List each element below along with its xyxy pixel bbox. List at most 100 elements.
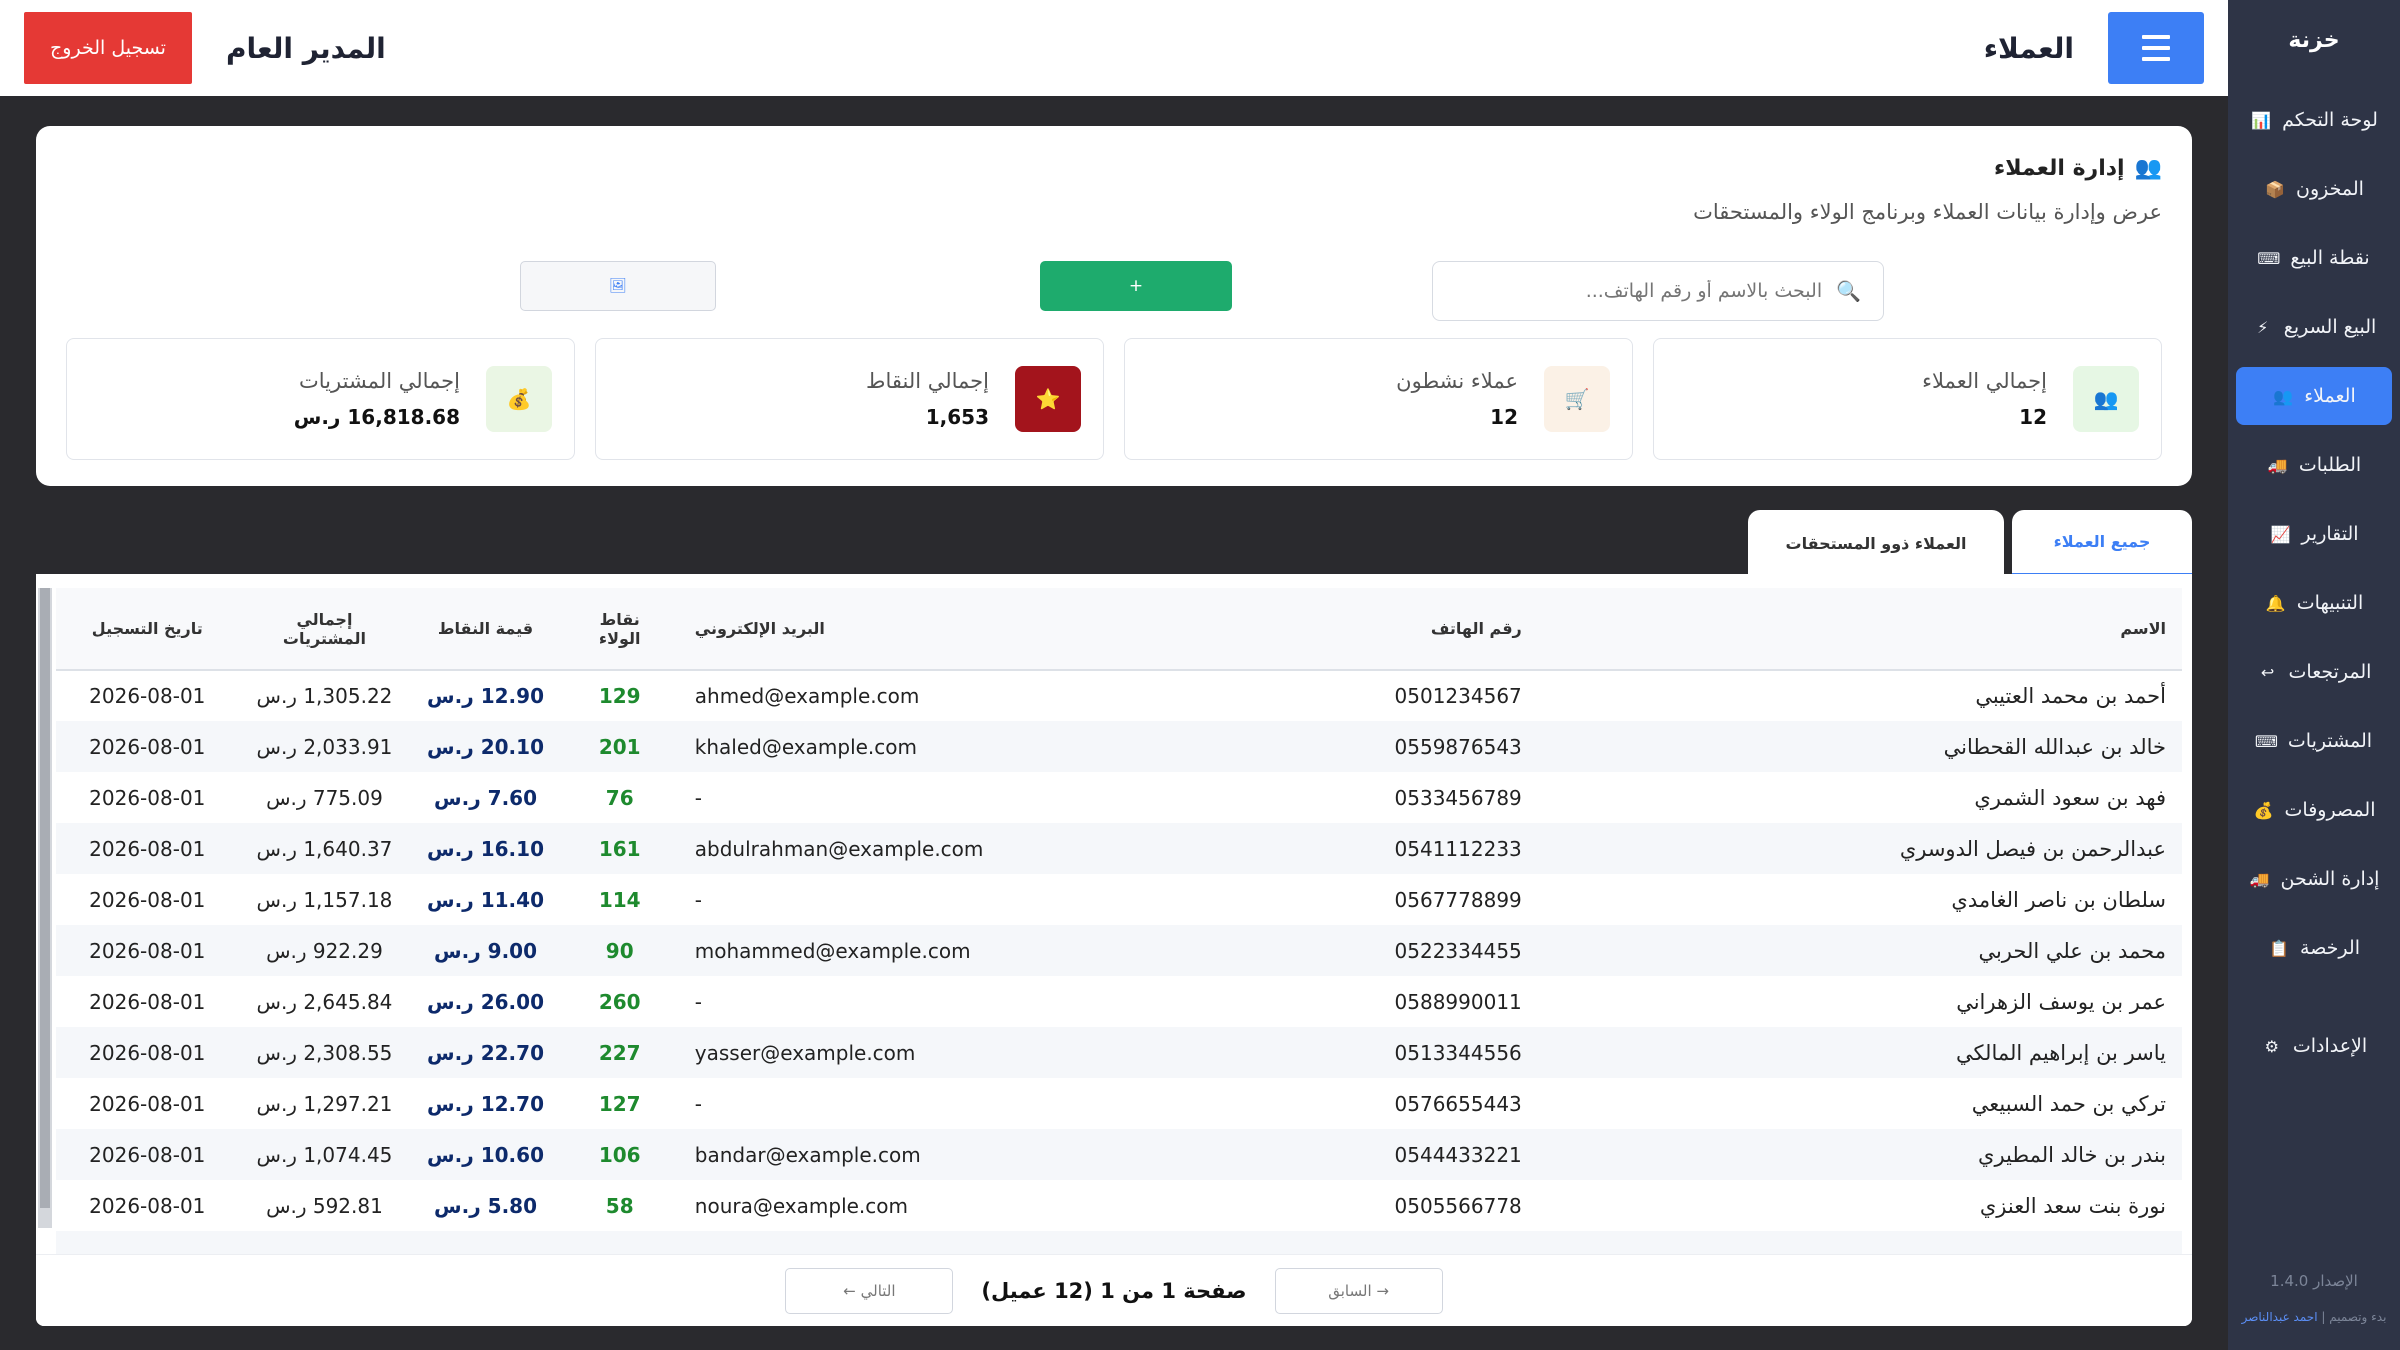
sidebar-item-customers[interactable]: العملاء 👥 [2236, 367, 2392, 425]
top-header: العملاء المدير العام تسجيل الخروج [0, 0, 2228, 96]
column-header-date[interactable]: تاريخ التسجيل [56, 588, 239, 671]
cell-date: 2026-08-01 [89, 684, 206, 708]
sidebar-item-orders[interactable]: الطلبات 🚚 [2236, 436, 2392, 494]
cell-email: ahmed@example.com [694, 684, 920, 708]
cell-value: 22.70 ر.س [410, 1027, 561, 1078]
sidebar-item-label: البيع السريع [2283, 316, 2377, 338]
table-row[interactable]: عمر بن يوسف الزهراني 0588990011 - 260 26.00 … [56, 976, 2182, 1027]
hamburger-icon [2142, 46, 2170, 50]
cell-value: 12.90 ر.س [427, 684, 544, 708]
scrollbar-thumb[interactable] [40, 588, 50, 1208]
vertical-scrollbar[interactable] [38, 588, 52, 1228]
sidebar-item-label: المخزون [2296, 178, 2364, 200]
cell-email: - [694, 989, 702, 1014]
cell-total: 1,157.18 ر.س [256, 887, 393, 912]
cell-points: 227 [560, 1027, 679, 1078]
cell-email: bandar@example.com [678, 1129, 1366, 1180]
cell-value: 10.60 ر.س [410, 1129, 561, 1180]
cell-email: - [694, 785, 702, 810]
sidebar-item-reports[interactable]: التقارير 📈 [2236, 505, 2392, 563]
column-header-total[interactable]: إجمالي المشتريات [238, 588, 411, 671]
table-row[interactable]: فهد بن سعود الشمري 0533456789 - 76 7.60 ر.س 7… [56, 772, 2182, 823]
column-header-name[interactable]: الاسم [1537, 588, 2182, 671]
cell-points: 201 [560, 721, 679, 772]
stat-label: إجمالي العملاء [1922, 369, 2047, 393]
prev-page-button[interactable]: → السابق [1274, 1267, 1443, 1314]
sidebar-item-quick-sale[interactable]: البيع السريع ⚡ [2236, 298, 2392, 356]
cell-date: 2026-08-01 [56, 823, 239, 874]
cell-name: فهد بن سعود الشمري [1974, 785, 2166, 810]
table-row[interactable]: تركي بن حمد السبيعي 0576655443 - 127 12.70 ر… [56, 1078, 2182, 1129]
add-customer-button[interactable]: + [1040, 261, 1232, 311]
table-row[interactable]: سلطان بن ناصر الغامدي 0567778899 - 114 11.40… [56, 874, 2182, 925]
cell-email: yasser@example.com [678, 1027, 1366, 1078]
cell-total: 1,640.37 ر.س [238, 823, 411, 874]
keyboard-icon: ⌨ [2257, 248, 2281, 268]
search-box[interactable]: 🔍 [1432, 261, 1884, 321]
truck-icon: 🚚 [2267, 455, 2288, 475]
sidebar-item-shipping[interactable]: إدارة الشحن 🚚 [2236, 850, 2392, 908]
users-icon: 👥 [2073, 366, 2139, 432]
stat-card-active-customers: 🛒 عملاء نشطون 12 [1124, 338, 1633, 460]
cell-total: 922.29 ر.س [238, 925, 411, 976]
table-row[interactable]: محمد بن علي الحربي 0522334455 mohammed@exa… [56, 925, 2182, 976]
column-header-phone[interactable]: رقم الهاتف [1365, 588, 1538, 671]
cell-email: mohammed@example.com [678, 925, 1366, 976]
hamburger-icon [2142, 35, 2170, 39]
customers-table-panel: الاسم رقم الهاتف البريد الإلكتروني نقاط الو… [36, 574, 2192, 1326]
table-row[interactable]: ياسر بن إبراهيم المالكي 0513344556 yasser@… [56, 1027, 2182, 1078]
stat-value: 12 [1490, 405, 1518, 429]
cell-value: 5.80 ر.س [434, 1193, 538, 1218]
table-row[interactable]: خالد بن عبدالله القحطاني 0559876543 khaled… [56, 721, 2182, 772]
users-icon: 👥 [2134, 156, 2162, 181]
cell-name: عمر بن يوسف الزهراني [1956, 989, 2166, 1014]
sidebar-item-label: التنبيهات [2296, 592, 2364, 614]
tab-customers-with-dues[interactable]: العملاء ذوو المستحقات [1748, 510, 2004, 576]
sidebar-item-license[interactable]: الرخصة 📋 [2236, 919, 2392, 977]
sidebar-item-label: المرتجعات [2288, 661, 2372, 683]
credits-author-link[interactable]: احمد عبدالناصر [2242, 1310, 2318, 1324]
cell-phone: 0588990011 [1394, 989, 1522, 1014]
column-header-value[interactable]: قيمة النقاط [410, 588, 561, 671]
column-header-email[interactable]: البريد الإلكتروني [678, 588, 1366, 671]
sidebar-item-label: التقارير [2301, 523, 2359, 545]
table-row[interactable]: عبدالرحمن بن فيصل الدوسري 0541112233 abdul… [56, 823, 2182, 874]
cell-date: 2026-08-01 [89, 989, 206, 1014]
cell-name: تركي بن حمد السبيعي [1971, 1091, 2166, 1116]
logout-button[interactable]: تسجيل الخروج [24, 12, 192, 84]
table-row[interactable]: بندر بن خالد المطيري 0544433221 bandar@exa… [56, 1129, 2182, 1180]
cell-phone: 0541112233 [1365, 823, 1538, 874]
cell-name: محمد بن علي الحربي [1537, 925, 2182, 976]
table-row[interactable]: نورة بنت سعد العنزي 0505566778 noura@examp… [56, 1180, 2182, 1231]
table-row[interactable]: أحمد بن محمد العتيبي 0501234567 ahmed@exam… [56, 670, 2182, 721]
column-header-points[interactable]: نقاط الولاء [560, 588, 679, 671]
cell-email: noura@example.com [694, 1193, 909, 1218]
sidebar-item-pos[interactable]: نقطة البيع ⌨ [2236, 229, 2392, 287]
cell-date: 2026-08-01 [89, 1091, 206, 1116]
sidebar-item-alerts[interactable]: التنبيهات 🔔 [2236, 574, 2392, 632]
next-page-button[interactable]: التالي ← [785, 1267, 954, 1314]
cell-name: بندر بن خالد المطيري [1537, 1129, 2182, 1180]
sidebar-item-label: المصروفات [2284, 799, 2376, 821]
trend-icon: 📈 [2270, 524, 2291, 544]
truck-icon: 🚚 [2249, 869, 2270, 889]
sidebar-item-dashboard[interactable]: لوحة التحكم 📊 [2236, 91, 2392, 149]
sidebar-item-returns[interactable]: المرتجعات ↩ [2236, 643, 2392, 701]
sidebar-item-expenses[interactable]: المصروفات 💰 [2236, 781, 2392, 839]
search-input[interactable] [1455, 280, 1823, 302]
menu-toggle-button[interactable] [2108, 12, 2204, 84]
star-icon: ⭐ [1015, 366, 1081, 432]
sidebar-nav: لوحة التحكم 📊 المخزون 📦 نقطة البيع ⌨ البيع الس… [2228, 91, 2400, 977]
sidebar-item-label: الرخصة [2300, 937, 2360, 959]
brand-logo: خزنة [2288, 27, 2340, 53]
export-button[interactable]: 🖼 [520, 261, 716, 311]
sidebar-item-purchases[interactable]: المشتريات ⌨ [2236, 712, 2392, 770]
cell-points: 114 [598, 887, 641, 912]
sidebar-item-label: نقطة البيع [2290, 247, 2370, 269]
cell-phone: 0505566778 [1394, 1193, 1522, 1218]
sidebar-item-label: العملاء [2304, 385, 2356, 407]
tab-all-customers[interactable]: جميع العملاء [2012, 510, 2192, 576]
sidebar-item-inventory[interactable]: المخزون 📦 [2236, 160, 2392, 218]
cell-value: 7.60 ر.س [434, 785, 538, 810]
sidebar-item-settings[interactable]: الإعدادات ⚙ [2236, 1017, 2392, 1075]
